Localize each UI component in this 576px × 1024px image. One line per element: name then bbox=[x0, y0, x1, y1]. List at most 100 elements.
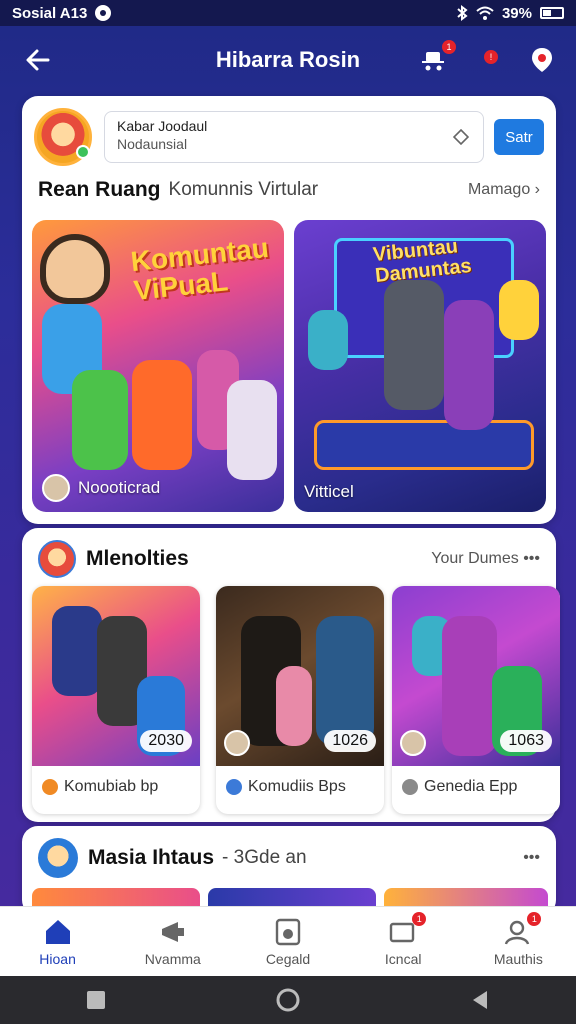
section-title: Masia Ihtaus bbox=[88, 846, 215, 869]
carrier-label: Sosial A13 bbox=[12, 4, 88, 22]
section-title: Mlenolties bbox=[86, 547, 189, 570]
battery-percent: 39% bbox=[501, 4, 532, 22]
more-options-button[interactable]: ••• bbox=[523, 849, 540, 867]
person-illustration bbox=[384, 280, 444, 410]
person-illustration bbox=[499, 280, 539, 340]
category-dot-icon bbox=[42, 779, 58, 795]
location-pin-icon bbox=[532, 48, 552, 72]
host-avatar bbox=[224, 730, 250, 756]
memories-card: Mlenolties Your Dumes ••• 2030 Komubiab … bbox=[22, 528, 560, 822]
memory-tile[interactable]: 1026 Komudiis Bps bbox=[216, 586, 384, 814]
section-header-music: Masia Ihtaus - 3Gde an ••• bbox=[38, 838, 540, 878]
cart-button[interactable]: 1 bbox=[418, 40, 456, 76]
tile-caption-label: Noooticrad bbox=[78, 478, 161, 497]
host-avatar bbox=[400, 730, 426, 756]
video-nav-icon-wrap: 1 bbox=[388, 911, 427, 947]
system-navigation bbox=[0, 976, 576, 1024]
game-board-illustration bbox=[314, 420, 534, 470]
search-line-2: Nodaunsial bbox=[117, 136, 188, 152]
music-player-icon bbox=[275, 918, 301, 945]
memory-label-text: Genedia Epp bbox=[424, 778, 518, 795]
profile-row: Kabar Joodaul Nodaunsial Satr bbox=[34, 106, 544, 168]
section-subtitle: Komunnis Virtular bbox=[168, 179, 319, 200]
arrow-left-icon bbox=[26, 49, 50, 71]
back-system-button[interactable] bbox=[460, 980, 500, 1020]
nav-label: Nvamma bbox=[144, 950, 201, 967]
person-illustration bbox=[308, 310, 348, 370]
profile-badge: 1 bbox=[527, 911, 542, 926]
square-icon bbox=[87, 991, 105, 1009]
bluetooth-icon bbox=[457, 5, 468, 21]
start-button[interactable]: Satr bbox=[494, 119, 544, 155]
see-more-link[interactable]: Mamago › bbox=[468, 181, 540, 199]
person-illustration bbox=[442, 616, 497, 756]
tile-caption-label: Vitticel bbox=[304, 482, 354, 501]
host-avatar bbox=[42, 474, 70, 502]
memory-label: Komudiis Bps bbox=[226, 778, 346, 796]
memory-tile[interactable]: 2030 Komubiab bp bbox=[32, 586, 200, 814]
status-bar: Sosial A13 39% bbox=[0, 0, 576, 26]
nav-label: Mauthis bbox=[493, 950, 543, 967]
person-illustration bbox=[276, 666, 312, 746]
view-count: 2030 bbox=[140, 730, 192, 752]
circle-icon bbox=[276, 988, 300, 1012]
profile-nav-icon-wrap: 1 bbox=[503, 911, 542, 947]
person-illustration bbox=[444, 300, 494, 430]
category-dot-icon bbox=[402, 779, 418, 795]
cart-badge: 1 bbox=[442, 40, 456, 54]
online-status-icon bbox=[76, 145, 90, 159]
room-tile[interactable]: Vibuntau Damuntas Vitticel bbox=[294, 220, 546, 512]
bottom-navigation: Hioan Nvamma Cegald 1 Icncal 1 Mauthis bbox=[0, 906, 576, 976]
alert-badge: ! bbox=[484, 50, 498, 64]
nav-item-video[interactable]: 1 Icncal bbox=[346, 907, 461, 976]
nav-item-music[interactable]: Cegald bbox=[230, 907, 345, 976]
nav-item-announce[interactable]: Nvamma bbox=[115, 907, 230, 976]
video-badge: 1 bbox=[412, 911, 427, 926]
view-count: 1063 bbox=[500, 730, 552, 752]
tile-caption: Vitticel bbox=[304, 482, 354, 502]
memory-label: Genedia Epp bbox=[402, 778, 517, 796]
section-subtitle: - 3Gde an bbox=[222, 847, 307, 868]
clear-icon[interactable] bbox=[453, 129, 469, 145]
back-button[interactable] bbox=[18, 40, 58, 80]
person-illustration bbox=[40, 234, 110, 304]
person-illustration bbox=[72, 370, 128, 470]
battery-icon bbox=[540, 7, 564, 19]
section-header-memories: Mlenolties Your Dumes ••• bbox=[38, 540, 540, 578]
section-avatar bbox=[38, 540, 76, 578]
megaphone-icon bbox=[161, 921, 184, 942]
home-button[interactable] bbox=[268, 980, 308, 1020]
see-more-link[interactable]: Your Dumes ••• bbox=[431, 550, 540, 568]
featured-rooms-card: Kabar Joodaul Nodaunsial Satr Rean Ruang… bbox=[22, 96, 556, 524]
triangle-back-icon bbox=[473, 991, 487, 1009]
alerts-button[interactable]: ! bbox=[472, 44, 504, 76]
view-count: 1026 bbox=[324, 730, 376, 752]
memory-label: Komubiab bp bbox=[42, 778, 158, 796]
nav-item-home[interactable]: Hioan bbox=[0, 907, 115, 976]
tile-banner-text: Komuntau ViPuaL bbox=[129, 231, 271, 307]
music-card: Masia Ihtaus - 3Gde an ••• bbox=[22, 826, 556, 916]
memory-label-text: Komubiab bp bbox=[64, 778, 159, 795]
person-illustration bbox=[316, 616, 374, 746]
nav-label: Hioan bbox=[39, 950, 76, 967]
person-illustration bbox=[227, 380, 277, 480]
user-avatar[interactable] bbox=[34, 108, 92, 166]
app-bar: Hibarra Rosin 1 ! bbox=[0, 26, 576, 94]
category-dot-icon bbox=[226, 779, 242, 795]
memory-tile[interactable]: 1063 Genedia Epp bbox=[392, 586, 560, 814]
location-button[interactable] bbox=[526, 44, 558, 76]
person-illustration bbox=[132, 360, 192, 470]
memory-label-text: Komudiis Bps bbox=[248, 778, 346, 795]
notification-icon bbox=[95, 5, 112, 21]
wifi-icon bbox=[476, 6, 494, 20]
home-icon bbox=[45, 919, 70, 944]
search-line-1: Kabar Joodaul bbox=[117, 118, 208, 134]
person-illustration bbox=[52, 606, 102, 696]
nav-item-profile[interactable]: 1 Mauthis bbox=[461, 907, 576, 976]
nav-label: Cegald bbox=[265, 950, 311, 967]
tile-caption: Noooticrad bbox=[42, 474, 160, 502]
room-tile[interactable]: Komuntau ViPuaL Noooticrad bbox=[32, 220, 284, 512]
search-input[interactable]: Kabar Joodaul Nodaunsial bbox=[104, 111, 484, 163]
recents-button[interactable] bbox=[76, 980, 116, 1020]
section-header-rooms: Rean Ruang Komunnis Virtular Mamago › bbox=[38, 178, 540, 202]
